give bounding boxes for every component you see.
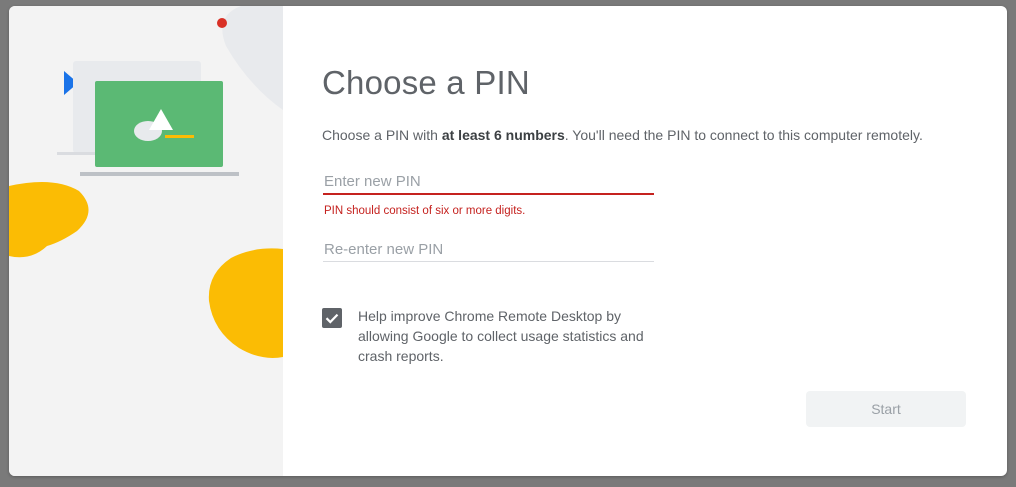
start-button[interactable]: Start: [806, 391, 966, 427]
yellow-blob-right: [208, 248, 283, 358]
reenter-pin-input[interactable]: [323, 241, 654, 261]
check-icon: [325, 313, 339, 324]
instructions-prefix: Choose a PIN with: [322, 127, 442, 143]
new-pin-field: [323, 173, 654, 195]
instructions-emphasis: at least 6 numbers: [441, 127, 565, 143]
page-title: Choose a PIN: [322, 64, 530, 101]
laptop-remote-illustration: [9, 6, 283, 358]
pin-form: Choose a PIN Choose a PIN with at least …: [322, 6, 1007, 476]
usage-stats-label[interactable]: Help improve Chrome Remote Desktop by al…: [358, 306, 658, 366]
reenter-pin-underline: [323, 261, 654, 262]
new-pin-input[interactable]: [323, 173, 654, 193]
pin-error-message: PIN should consist of six or more digits…: [324, 205, 526, 217]
usage-stats-checkbox[interactable]: [322, 308, 342, 328]
screen-dash: [165, 135, 194, 138]
instructions-suffix: . You'll need the PIN to connect to this…: [564, 127, 923, 143]
grey-corner-shape: [222, 6, 283, 110]
pin-instructions: Choose a PIN with at least 6 numbers. Yo…: [322, 127, 923, 143]
yellow-blob-left: [9, 182, 89, 258]
red-dot: [217, 18, 227, 28]
illustration-panel: [9, 6, 283, 476]
choose-pin-dialog: Choose a PIN Choose a PIN with at least …: [9, 6, 1007, 476]
laptop-base: [80, 172, 239, 176]
reenter-pin-field: [323, 241, 654, 262]
new-pin-underline: [323, 193, 654, 195]
